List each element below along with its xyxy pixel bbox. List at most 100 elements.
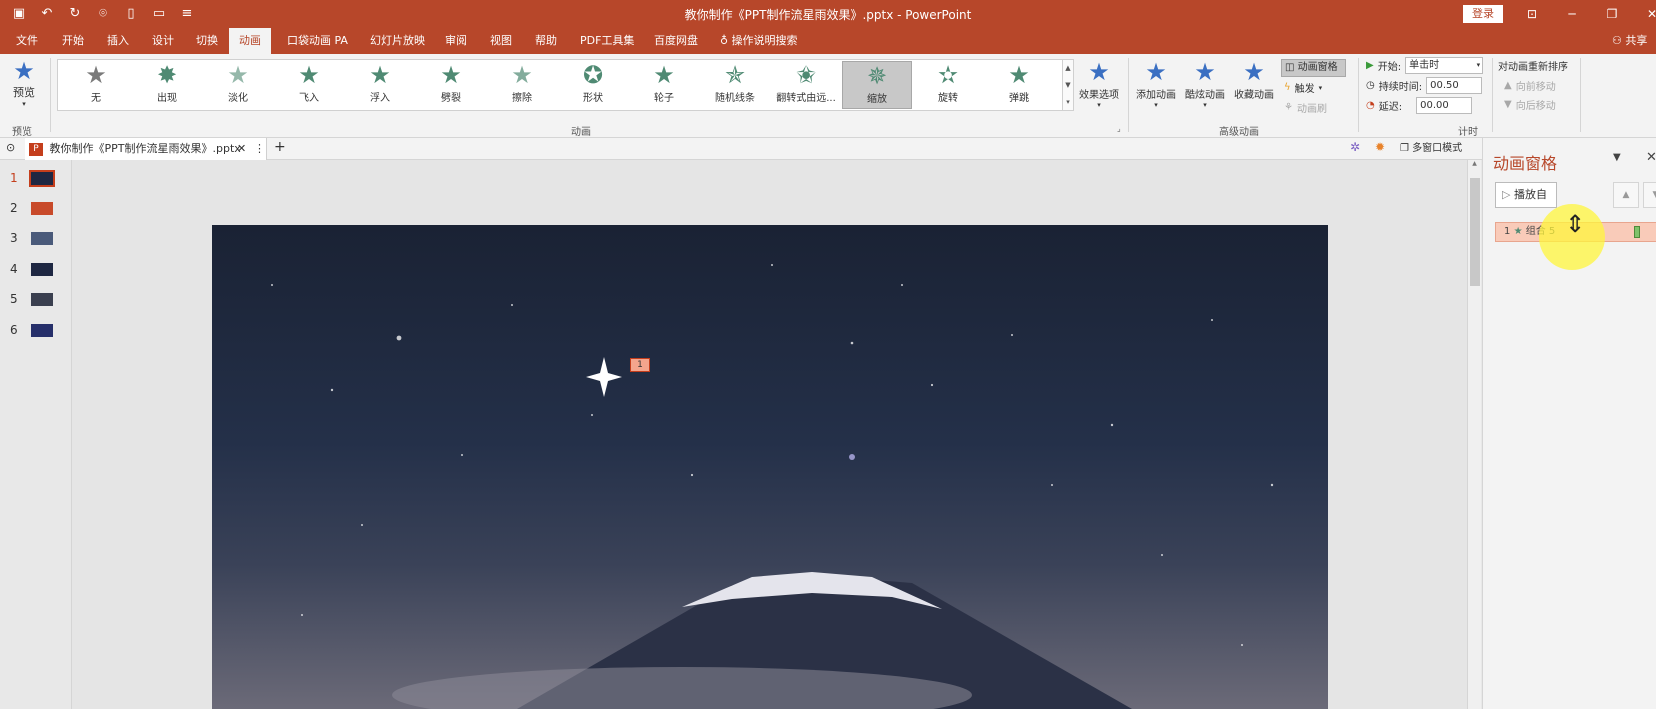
restore-icon[interactable]: ❐ <box>1592 4 1632 24</box>
anim-bounce[interactable]: ★ 弹跳 <box>984 61 1054 109</box>
star-icon: ✪ <box>582 61 604 89</box>
anim-swivel[interactable]: ✫ 旋转 <box>913 61 983 109</box>
move-earlier-button[interactable]: ▲ 向前移动 <box>1504 78 1556 93</box>
anim-appear[interactable]: ✸ 出现 <box>132 61 202 109</box>
scroll-up-icon[interactable]: ▲ <box>1468 160 1481 167</box>
tab-pdf-tools[interactable]: PDF工具集 <box>578 28 636 54</box>
chevron-down-icon: ▾ <box>22 100 26 108</box>
vertical-scrollbar[interactable]: ▲ <box>1467 160 1481 709</box>
anim-label: 形状 <box>583 93 603 104</box>
effect-options-button[interactable]: ★ 效果选项 ▾ <box>1076 58 1122 109</box>
tab-baidu-netdisk[interactable]: 百度网盘 <box>652 28 700 54</box>
slide-thumb[interactable]: 2 <box>0 197 72 221</box>
effect-options-icon: ★ <box>1088 58 1110 86</box>
document-tab-label: 教你制作《PPT制作流星雨效果》.pptx <box>49 142 241 155</box>
collect-animation-button[interactable]: ★ 收藏动画 <box>1231 58 1277 101</box>
anim-fly-in[interactable]: ★ 飞入 <box>274 61 344 109</box>
tab-insert[interactable]: 插入 <box>105 28 131 54</box>
anim-random-bars[interactable]: ✯ 随机线条 <box>700 61 770 109</box>
move-earlier-label: 向前移动 <box>1515 82 1556 93</box>
tab-pocket-animation[interactable]: 口袋动画 PA <box>285 28 350 54</box>
ribbon-display-icon[interactable]: ⊡ <box>1512 4 1552 24</box>
move-up-button[interactable]: ▲ <box>1613 182 1639 208</box>
anim-grow-turn[interactable]: ✬ 翻转式由远... <box>771 61 841 109</box>
scroll-down-icon[interactable]: ▼ <box>1063 77 1073 94</box>
slide[interactable]: 1 <box>212 225 1328 709</box>
close-icon[interactable]: ✕ <box>1646 150 1656 165</box>
tab-home[interactable]: 开始 <box>60 28 86 54</box>
anim-split[interactable]: ★ 劈裂 <box>416 61 486 109</box>
tab-design[interactable]: 设计 <box>150 28 176 54</box>
new-tab-icon[interactable]: + <box>274 139 286 155</box>
animation-group-label: 动画 <box>571 127 591 138</box>
delay-row: ◔ 延迟: 00.00 <box>1366 97 1473 114</box>
anim-zoom[interactable]: ✵ 缩放 <box>842 61 912 109</box>
slide-number: 4 <box>10 262 18 276</box>
star-icon: ✫ <box>937 61 959 89</box>
more-icon[interactable]: ⋮ <box>254 138 265 160</box>
login-button[interactable]: 登录 <box>1463 5 1503 23</box>
reorder-title-label: 对动画重新排序 <box>1498 62 1568 73</box>
fancy-animation-button[interactable]: ★ 酷炫动画 ▾ <box>1182 58 1228 109</box>
slide-thumb[interactable]: 1 <box>0 167 72 191</box>
triangle-down-icon: ▼ <box>1504 99 1512 110</box>
play-from-button[interactable]: ▷ 播放自 <box>1495 182 1557 208</box>
slide-number: 3 <box>10 231 18 245</box>
tab-animations[interactable]: 动画 <box>229 28 271 54</box>
anim-none[interactable]: ★ 无 <box>61 61 131 109</box>
multi-window-button[interactable]: ❐ 多窗口模式 <box>1400 138 1462 160</box>
gear-icon[interactable]: ✹ <box>1375 140 1385 154</box>
add-animation-button[interactable]: ★ 添加动画 ▾ <box>1133 58 1179 109</box>
slide-thumb[interactable]: 3 <box>0 227 72 251</box>
delay-label: 延迟: <box>1378 102 1403 113</box>
tell-me-search[interactable]: ♁ 操作说明搜索 <box>718 28 800 54</box>
anim-wipe[interactable]: ★ 擦除 <box>487 61 557 109</box>
gallery-expand-icon[interactable]: ▾ <box>1063 94 1073 111</box>
scroll-up-icon[interactable]: ▲ <box>1063 60 1073 77</box>
tab-file[interactable]: 文件 <box>14 28 40 54</box>
close-icon[interactable]: ✕ <box>1632 4 1656 24</box>
slide-thumb[interactable]: 6 <box>0 319 72 343</box>
preview-button[interactable]: ★ 预览 ▾ <box>6 58 42 108</box>
gallery-scroll[interactable]: ▲ ▼ ▾ <box>1062 59 1074 111</box>
anim-label: 无 <box>91 93 101 104</box>
slide-thumb[interactable]: 4 <box>0 258 72 282</box>
minimize-icon[interactable]: ─ <box>1552 4 1592 24</box>
tab-slideshow[interactable]: 幻灯片放映 <box>368 28 427 54</box>
star-icon: ★ <box>653 61 675 89</box>
move-down-button[interactable]: ▼ <box>1643 182 1656 208</box>
scroll-thumb[interactable] <box>1470 178 1480 286</box>
slide-thumb[interactable]: 5 <box>0 288 72 312</box>
trigger-button[interactable]: ϟ 触发 ▾ <box>1284 80 1322 95</box>
slide-preview <box>31 202 53 215</box>
document-tab[interactable]: P 教你制作《PPT制作流星雨效果》.pptx ✕ ⋮ <box>25 138 267 160</box>
anim-label: 弹跳 <box>1009 93 1029 104</box>
close-icon[interactable]: ✕ <box>237 138 246 160</box>
person-icon: ⚇ <box>1612 34 1622 47</box>
animation-order-tag[interactable]: 1 <box>630 358 650 372</box>
divider <box>1492 58 1493 132</box>
tab-help[interactable]: 帮助 <box>533 28 559 54</box>
anim-label: 旋转 <box>938 93 958 104</box>
dialog-launcher-icon[interactable]: ⌟ <box>1117 124 1121 133</box>
animation-painter-button[interactable]: ⚘ 动画刷 <box>1284 100 1327 115</box>
share-button[interactable]: ⚇ 共享 <box>1612 28 1647 54</box>
anim-float-in[interactable]: ★ 浮入 <box>345 61 415 109</box>
tab-transitions[interactable]: 切换 <box>194 28 220 54</box>
slide-thumbnails: 1 2 3 4 5 6 <box>0 160 72 709</box>
anim-label: 缩放 <box>867 94 887 105</box>
animation-pane-button[interactable]: ◫ 动画窗格 <box>1281 59 1346 77</box>
move-later-button[interactable]: ▼ 向后移动 <box>1504 97 1556 112</box>
duration-value: 00.50 <box>1430 80 1459 91</box>
delay-input[interactable]: 00.00 <box>1416 97 1473 114</box>
anim-fade[interactable]: ★ 淡化 <box>203 61 273 109</box>
tab-view[interactable]: 视图 <box>488 28 514 54</box>
anim-shape[interactable]: ✪ 形状 <box>558 61 628 109</box>
tab-review[interactable]: 审阅 <box>443 28 469 54</box>
chevron-down-icon[interactable]: ▼ <box>1613 152 1621 163</box>
magic-icon[interactable]: ✲ <box>1350 140 1360 154</box>
anim-wheel[interactable]: ★ 轮子 <box>629 61 699 109</box>
tab-menu-icon[interactable]: ⊙ <box>6 141 15 154</box>
duration-input[interactable]: 00.50 <box>1426 77 1483 94</box>
start-select[interactable]: 单击时 ▾ <box>1405 57 1484 74</box>
